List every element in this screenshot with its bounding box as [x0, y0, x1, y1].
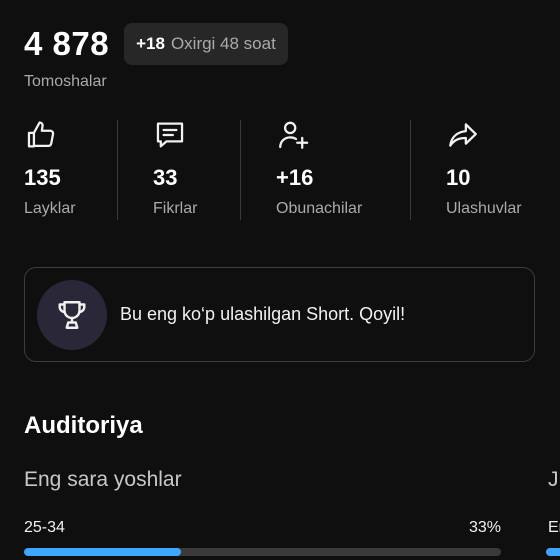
views-delta-value: +18 — [136, 34, 165, 53]
stat-comments-label: Fikrlar — [153, 200, 198, 217]
achievement-card: Bu eng ko‘p ulashilgan Short. Qoyil! — [24, 267, 535, 362]
views-delta-period: Oxirgi 48 soat — [170, 34, 276, 53]
stat-subscribers: +16 Obunachilar — [276, 118, 362, 217]
comment-icon — [156, 122, 184, 148]
views-count: 4 878 — [24, 25, 110, 62]
next-card-progress-fill — [546, 548, 560, 556]
age-range-percent: 33% — [468, 519, 501, 536]
audience-section-title: Auditoriya — [24, 412, 143, 439]
add-subscriber-icon — [279, 121, 309, 149]
stat-shares-value: 10 — [446, 165, 471, 190]
views-delta-badge: +18 Oxirgi 48 soat — [124, 23, 288, 65]
stat-likes-label: Layklar — [24, 200, 76, 217]
top-ages-title: Eng sara yoshlar — [24, 468, 182, 491]
share-icon — [449, 123, 477, 147]
views-label: Tomoshalar — [24, 73, 107, 90]
stat-comments: 33 Fikrlar — [153, 118, 197, 217]
trophy-icon — [58, 301, 86, 329]
stat-subscribers-value: +16 — [276, 165, 314, 190]
stat-divider — [117, 120, 118, 220]
thumbs-up-icon — [27, 121, 55, 148]
stat-subscribers-label: Obunachilar — [276, 200, 363, 217]
next-card-item-label: Er — [548, 519, 560, 536]
stat-divider — [410, 120, 411, 220]
engagement-stats: 135 Layklar 33 Fikrlar +16 Obunachilar 1… — [0, 118, 560, 222]
stat-shares-label: Ulashuvlar — [446, 200, 522, 217]
trophy-badge — [37, 280, 107, 350]
age-range-progress-fill — [24, 548, 182, 556]
stat-likes-value: 135 — [24, 165, 61, 190]
stat-comments-value: 33 — [153, 165, 178, 190]
stat-divider — [240, 120, 241, 220]
views-summary: 4 878 +18 Oxirgi 48 soat — [24, 22, 288, 66]
next-card-title: J — [548, 468, 559, 491]
stat-shares: 10 Ulashuvlar — [446, 118, 522, 217]
stat-likes: 135 Layklar — [24, 118, 76, 217]
achievement-text: Bu eng ko‘p ulashilgan Short. Qoyil! — [120, 304, 406, 324]
age-range-label: 25-34 — [24, 519, 65, 536]
age-range-progress-track — [24, 548, 501, 556]
